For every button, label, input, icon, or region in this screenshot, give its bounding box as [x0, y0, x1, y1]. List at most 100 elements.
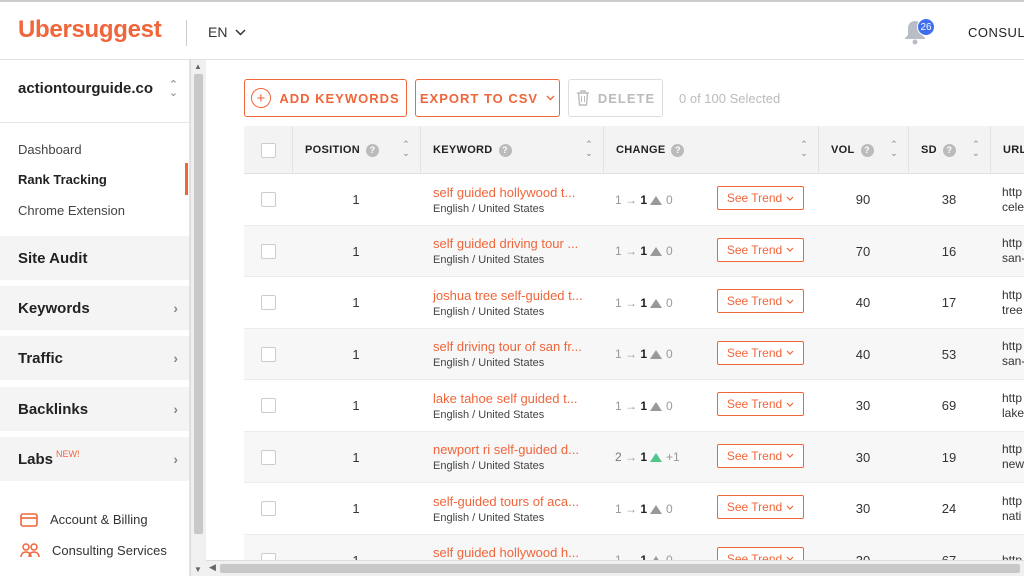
sidebar-item-dashboard[interactable]: Dashboard [18, 142, 82, 157]
column-position[interactable]: POSITION ? ⌃ ⌄ [292, 126, 420, 174]
scroll-left-icon[interactable]: ◀ [209, 562, 216, 573]
sidebar-section-traffic[interactable]: Traffic › [0, 336, 189, 380]
sd-value: 19 [941, 449, 957, 465]
sidebar-section-site-audit[interactable]: Site Audit [0, 236, 189, 280]
see-trend-button[interactable]: See Trend [717, 186, 804, 210]
change-to: 1 [640, 347, 648, 361]
sd-value: 17 [941, 295, 957, 310]
change-cell: 2 → 1 +1 See Trend [603, 432, 818, 483]
select-all-checkbox[interactable] [260, 142, 276, 158]
keyword-link[interactable]: joshua tree self-guided t... [433, 288, 583, 303]
chevron-down-icon [546, 95, 555, 101]
keyword-link[interactable]: self guided hollywood t... [433, 185, 575, 200]
change-from: 1 [615, 347, 622, 361]
column-change[interactable]: CHANGE ? ⌃ ⌄ [603, 126, 818, 174]
url-line-1[interactable]: http [1002, 442, 1022, 457]
scroll-thumb[interactable] [220, 564, 1020, 573]
scroll-down-icon[interactable]: ▼ [194, 565, 202, 574]
horizontal-scrollbar[interactable]: ◀ [206, 560, 1024, 576]
language-selector[interactable]: EN [208, 24, 246, 40]
see-trend-button[interactable]: See Trend [717, 237, 804, 262]
sidebar-item-rank-tracking[interactable]: Rank Tracking [18, 172, 107, 187]
sort-icon[interactable]: ⌃ ⌄ [890, 140, 898, 158]
consulting-link[interactable]: CONSULT [968, 25, 1024, 40]
keyword-link[interactable]: self guided driving tour ... [433, 236, 578, 251]
row-checkbox[interactable] [260, 346, 276, 362]
row-checkbox[interactable] [260, 449, 276, 465]
triangle-up-icon [650, 350, 663, 359]
column-sd[interactable]: SD ? ⌃ ⌄ [908, 126, 990, 174]
url-line-2[interactable]: nati [1002, 509, 1021, 524]
keyword-link[interactable]: self guided hollywood h... [433, 545, 579, 560]
row-checkbox[interactable] [260, 552, 276, 560]
row-checkbox[interactable] [260, 398, 276, 413]
scroll-thumb[interactable] [194, 74, 203, 534]
row-select [244, 226, 292, 277]
url-line-2[interactable]: san- [1002, 251, 1024, 266]
url-line-1[interactable]: http [1002, 288, 1022, 303]
table-row: 1 joshua tree self-guided t... English /… [244, 277, 1024, 329]
change-to: 1 [640, 295, 648, 310]
ubersuggest-logo[interactable]: Ubersuggest [18, 16, 162, 44]
keyword-link[interactable]: newport ri self-guided d... [433, 442, 579, 457]
rank-tracking-table: POSITION ? ⌃ ⌄ KEYWORD ? ⌃ ⌄ CHANGE ? ⌃ ⌄ V… [244, 126, 1024, 560]
help-icon[interactable]: ? [860, 143, 874, 157]
keyword-link[interactable]: lake tahoe self guided t... [433, 391, 578, 406]
sidebar-section-labs[interactable]: Labs NEW! › [0, 437, 189, 481]
url-line-1[interactable]: http [1002, 185, 1022, 200]
see-trend-button[interactable]: See Trend [717, 443, 804, 468]
column-keyword[interactable]: KEYWORD ? ⌃ ⌄ [420, 126, 603, 174]
see-trend-button[interactable]: See Trend [717, 546, 804, 560]
see-trend-button[interactable]: See Trend [717, 495, 804, 519]
url-line-2[interactable]: lake [1002, 406, 1024, 421]
help-icon[interactable]: ? [498, 143, 512, 157]
sidebar-item-account-billing[interactable]: Account & Billing [20, 512, 148, 527]
url-line-1[interactable]: http [1002, 236, 1022, 251]
section-label: Traffic [18, 349, 64, 367]
url-line-2[interactable]: new [1002, 457, 1024, 472]
sort-icon[interactable]: ⌃ ⌄ [972, 140, 980, 158]
row-checkbox[interactable] [260, 243, 276, 259]
add-keywords-button[interactable]: + ADD KEYWORDS [244, 79, 407, 117]
see-trend-button[interactable]: See Trend [717, 289, 804, 313]
url-line-1[interactable]: http [1002, 553, 1022, 561]
delete-button[interactable]: DELETE [568, 79, 663, 117]
help-icon[interactable]: ? [365, 143, 379, 157]
url-line-1[interactable]: http [1002, 391, 1022, 406]
row-checkbox[interactable] [260, 501, 276, 516]
export-csv-button[interactable]: EXPORT TO CSV [415, 79, 560, 117]
sort-icon[interactable]: ⌃ ⌄ [585, 140, 593, 158]
sidebar-item-consulting-services[interactable]: Consulting Services [20, 542, 167, 558]
url-line-2[interactable]: cele [1002, 200, 1024, 215]
url-line-2[interactable]: tree [1002, 303, 1023, 318]
keyword-link[interactable]: self driving tour of san fr... [433, 339, 582, 354]
url-line-2[interactable]: san- [1002, 354, 1024, 369]
row-checkbox[interactable] [260, 295, 276, 310]
sidebar-item-chrome-extension[interactable]: Chrome Extension [18, 203, 125, 218]
project-selector[interactable]: actiontourguide.co ⌃ ⌄ [18, 79, 178, 98]
sort-icon[interactable]: ⌃ ⌄ [402, 140, 410, 158]
sd-value: 69 [941, 398, 957, 413]
scroll-up-icon[interactable]: ▲ [194, 62, 202, 71]
column-url[interactable]: URL [990, 126, 1024, 174]
sort-icon[interactable]: ⌃ ⌄ [800, 140, 808, 158]
chevron-right-icon: › [173, 451, 178, 467]
vertical-scrollbar[interactable]: ▲ ▼ [190, 60, 206, 576]
change-from: 1 [615, 192, 622, 207]
help-icon[interactable]: ? [942, 143, 956, 157]
see-trend-button[interactable]: See Trend [717, 340, 804, 365]
notification-badge: 26 [917, 18, 935, 36]
sidebar-section-backlinks[interactable]: Backlinks › [0, 387, 189, 431]
keyword-link[interactable]: self-guided tours of aca... [433, 494, 579, 509]
see-trend-button[interactable]: See Trend [717, 392, 804, 416]
vol-cell: 90 [818, 174, 908, 225]
help-icon[interactable]: ? [671, 143, 685, 157]
sidebar-section-keywords[interactable]: Keywords › [0, 286, 189, 330]
url-line-1[interactable]: http [1002, 339, 1022, 354]
vol-value: 70 [855, 243, 871, 259]
row-checkbox[interactable] [260, 192, 276, 207]
column-vol[interactable]: VOL ? ⌃ ⌄ [818, 126, 908, 174]
url-line-1[interactable]: http [1002, 494, 1022, 509]
position-cell: 1 [292, 174, 420, 225]
section-label: Labs [18, 450, 54, 468]
